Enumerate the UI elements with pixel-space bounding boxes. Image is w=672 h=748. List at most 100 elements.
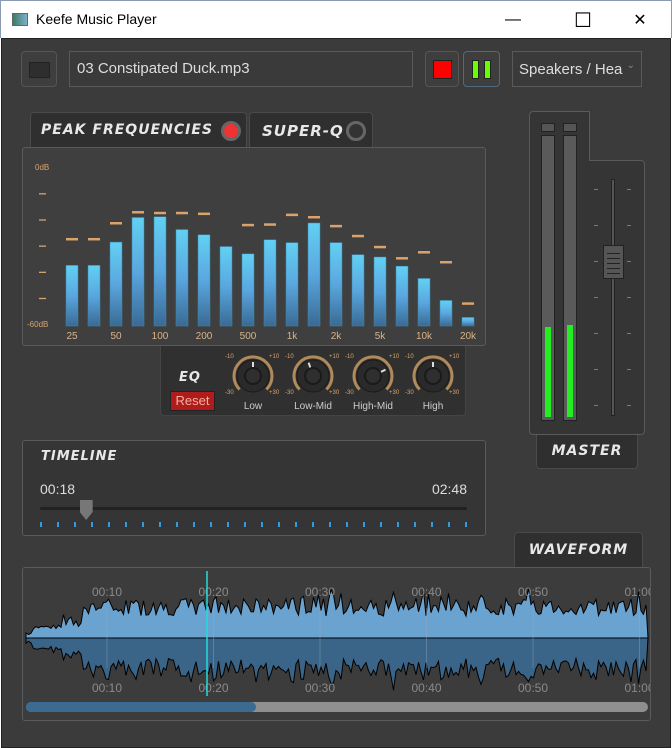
peak-marker [176,211,188,215]
waveform-time-label: 00:20 [198,585,228,599]
peak-marker [440,260,452,264]
timeline-tick [193,522,195,527]
timeline-tick [40,522,42,527]
volume-tick [627,189,631,190]
waveform-time-label: 00:30 [305,585,335,599]
waveform-scrollbar[interactable] [26,702,648,712]
eq-knob-label: High-Mid [352,401,393,412]
eq-knob-label: High [422,401,444,412]
knob-scale-label: -30 [345,390,354,396]
x-tick-label: 5k [375,331,387,342]
spectrum-bar [439,300,453,327]
eq-panel: EQ Reset -10 +10 -30 +30 Low -10 +10 -30 +30 Low-… [160,346,466,416]
knob-scale-label: -30 [405,390,414,396]
spectrum-bar [131,217,145,327]
maximize-button[interactable]: ☐ [560,1,606,39]
timeline-tick [91,522,93,527]
total-time: 02:48 [431,481,467,497]
timeline-tick [125,522,127,527]
y-tick [39,297,46,300]
eq-label: EQ [179,370,201,385]
timeline-tick [176,522,178,527]
eq-reset-button[interactable]: Reset [170,391,215,411]
eq-knob-high-mid[interactable]: -10 +10 -30 +30 High-Mid [343,352,403,414]
spectrum-bar [153,216,167,327]
volume-slider[interactable] [611,179,615,416]
stop-button[interactable] [425,51,459,87]
waveform-time-label: 01:00 [624,681,650,695]
tab-super-q[interactable]: Super-Q [249,112,373,148]
timeline-tick [414,522,416,527]
spectrum-bar [109,241,123,327]
peak-marker [286,213,298,217]
timeline-tick [295,522,297,527]
pause-button[interactable] [463,51,500,87]
waveform-time-label: 00:40 [411,681,441,695]
x-tick-label: 500 [240,331,257,342]
peak-marker [198,212,210,216]
waveform-time-label: 00:50 [518,585,548,599]
tab-peak-frequencies[interactable]: Peak Frequencies [30,112,247,148]
minimize-button[interactable]: — [490,1,536,39]
timeline-tick [142,522,144,527]
eq-knob-label: Low [243,401,263,412]
timeline-tick [431,522,433,527]
volume-tick [594,333,598,334]
waveform-time-label: 00:20 [198,681,228,695]
timeline-tick [108,522,110,527]
close-button[interactable]: ✕ [617,1,663,39]
timeline-tick [244,522,246,527]
knob-scale-label: +10 [269,354,280,360]
file-name-field[interactable]: 03 Constipated Duck.mp3 [69,51,413,87]
tab-waveform[interactable]: Waveform [514,532,643,568]
title-bar: Keefe Music Player — ☐ ✕ [0,0,672,38]
waveform-scrollbar-thumb[interactable] [26,702,257,712]
volume-tick [627,333,631,334]
x-tick-label: 25 [66,331,78,342]
eq-knob-low-mid[interactable]: -10 +10 -30 +30 Low-Mid [283,352,343,414]
peak-marker [462,302,474,305]
master-panel [529,111,590,435]
pause-icon [472,60,479,79]
knob-scale-label: -30 [285,390,294,396]
timeline-tick [74,522,76,527]
waveform-time-label: 00:40 [411,585,441,599]
timeline-tick [210,522,212,527]
knob-scale-label: +30 [269,390,280,396]
timeline-slider-thumb[interactable] [79,500,93,520]
volume-tick [594,189,598,190]
knob-scale-label: -30 [225,390,234,396]
eq-knob-label: Low-Mid [294,401,332,412]
timeline-tick [380,522,382,527]
knob-scale-label: +10 [449,354,460,360]
spectrum-bar [329,242,343,327]
peak-marker [66,237,78,241]
timeline-label: Timeline [41,449,118,464]
knob-scale-label: -10 [285,354,294,360]
peak-marker [352,234,364,238]
spectrum-bar [307,222,321,327]
eq-knob-low[interactable]: -10 +10 -30 +30 Low [223,352,283,414]
spectrum-bar [241,253,255,327]
waveform-time-label: 00:50 [518,681,548,695]
x-tick-label: 100 [152,331,169,342]
waveform-view[interactable]: 00:10 00:10 00:20 00:20 00:30 00:30 00:40 00:40… [23,568,655,720]
peak-marker [374,245,386,249]
spectrum-chart: 0dB -60dB 25 50 100 200 500 1k 2k 5k 10k 20k [27,163,477,342]
timeline-slider[interactable] [40,507,467,510]
open-file-button[interactable] [21,51,57,87]
output-device-select[interactable]: Speakers / Hea ⌄ [512,51,642,87]
volume-slider-thumb[interactable] [603,245,624,280]
spectrum-bar [175,229,189,327]
timeline-tick [346,522,348,527]
eq-knob-high[interactable]: -10 +10 -30 +30 High [403,352,463,414]
peak-marker [418,251,430,254]
timeline-panel: Timeline 00:18 02:48 [22,440,486,536]
timeline-tick [397,522,399,527]
y-tick-label: 0dB [35,163,49,172]
knob-scale-label: +30 [389,390,400,396]
peak-marker [308,215,320,219]
peak-marker [396,257,408,260]
timeline-tick [363,522,365,527]
superq-led-icon [346,121,366,141]
